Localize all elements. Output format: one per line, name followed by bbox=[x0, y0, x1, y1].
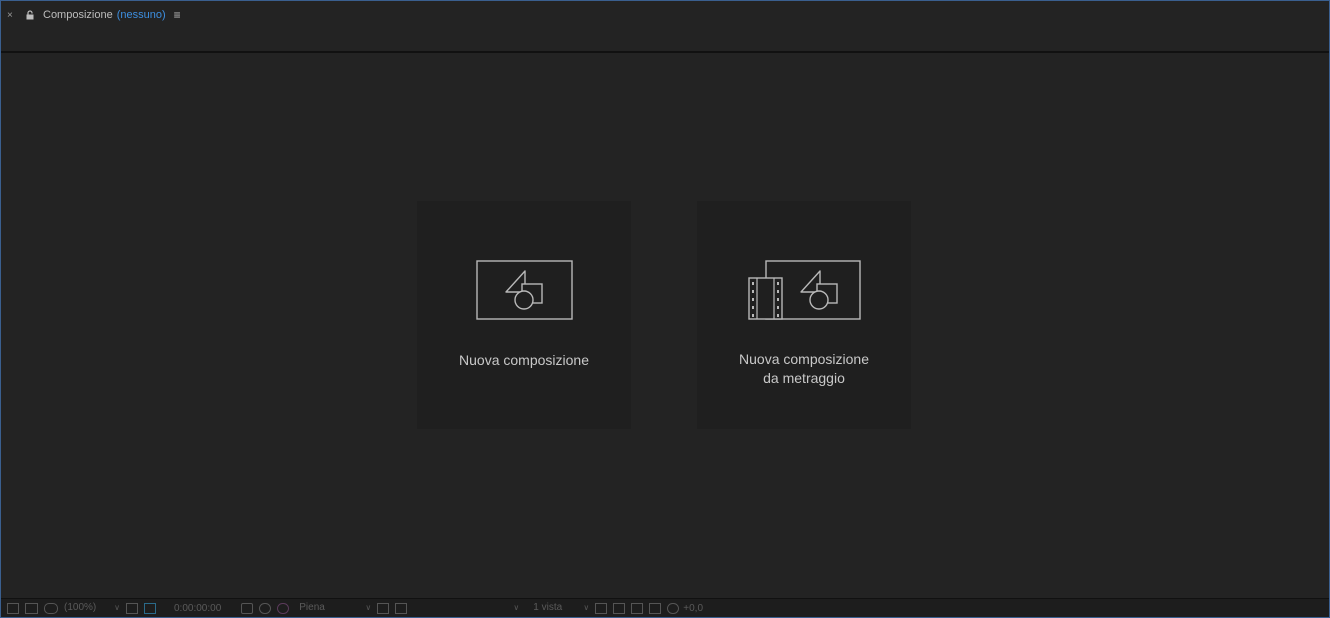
new-composition-from-footage-label: Nuova composizione da metraggio bbox=[697, 350, 911, 388]
exposure-reset-icon[interactable] bbox=[667, 599, 680, 617]
views-value: 1 vista bbox=[533, 602, 563, 613]
color-channels-icon[interactable] bbox=[277, 599, 290, 617]
new-composition-button[interactable]: Nuova composizione bbox=[417, 201, 631, 429]
new-composition-icon bbox=[417, 259, 631, 323]
chevron-down-icon: ∨ bbox=[583, 603, 590, 612]
views-dropdown[interactable]: 1 vista ∨ bbox=[533, 599, 590, 617]
active-composition-name[interactable]: (nessuno) bbox=[117, 9, 166, 21]
exposure-value[interactable]: +0,0 bbox=[683, 599, 703, 617]
panel-sub-toolbar bbox=[1, 29, 1329, 53]
flowchart-icon[interactable] bbox=[649, 599, 662, 617]
resolution-value: Piena bbox=[299, 602, 325, 613]
label-line-1: Nuova composizione bbox=[739, 351, 869, 367]
camera-view-dropdown[interactable]: ∨ bbox=[419, 599, 520, 617]
viewer-status-bar: (100%) ∨ 0:00:00:00 Piena ∨ ∨ 1 vista ∨ bbox=[1, 598, 1329, 617]
label-line-2: da metraggio bbox=[763, 370, 845, 386]
snapshot-icon[interactable] bbox=[259, 599, 272, 617]
always-preview-icon[interactable] bbox=[7, 599, 19, 617]
composition-viewer: Nuova composizione Nuova composizione da… bbox=[1, 53, 1329, 599]
fast-previews-icon[interactable] bbox=[395, 599, 408, 617]
chevron-down-icon: ∨ bbox=[513, 603, 520, 612]
close-panel-button[interactable]: × bbox=[7, 10, 17, 21]
region-of-interest-icon[interactable] bbox=[377, 599, 390, 617]
timecode-display[interactable]: 0:00:00:00 bbox=[174, 599, 221, 617]
render-icon[interactable] bbox=[613, 599, 626, 617]
panel-menu-icon[interactable]: ≡ bbox=[174, 8, 181, 22]
panel-tab-bar: × Composizione (nessuno) ≡ bbox=[1, 1, 1329, 29]
composition-panel: × Composizione (nessuno) ≡ Nuova composi… bbox=[0, 0, 1330, 618]
timeline-icon[interactable] bbox=[631, 599, 644, 617]
resolution-dropdown[interactable]: Piena ∨ bbox=[299, 599, 372, 617]
grid-icon[interactable] bbox=[126, 599, 138, 617]
new-composition-label: Nuova composizione bbox=[459, 352, 589, 368]
zoom-value: (100%) bbox=[64, 602, 97, 613]
panel-title[interactable]: Composizione bbox=[43, 9, 113, 21]
new-composition-from-footage-icon bbox=[697, 259, 911, 323]
display-icon[interactable] bbox=[25, 599, 38, 617]
chevron-down-icon: ∨ bbox=[114, 603, 120, 612]
chevron-down-icon: ∨ bbox=[365, 603, 372, 612]
mask-icon[interactable] bbox=[44, 599, 58, 617]
lock-icon[interactable] bbox=[25, 10, 35, 20]
camera-icon[interactable] bbox=[241, 599, 254, 617]
toggle-3d-icon[interactable] bbox=[595, 599, 608, 617]
zoom-dropdown[interactable]: (100%) ∨ bbox=[64, 599, 120, 617]
transparency-grid-icon[interactable] bbox=[144, 599, 156, 617]
new-composition-from-footage-button[interactable]: Nuova composizione da metraggio bbox=[697, 201, 911, 429]
